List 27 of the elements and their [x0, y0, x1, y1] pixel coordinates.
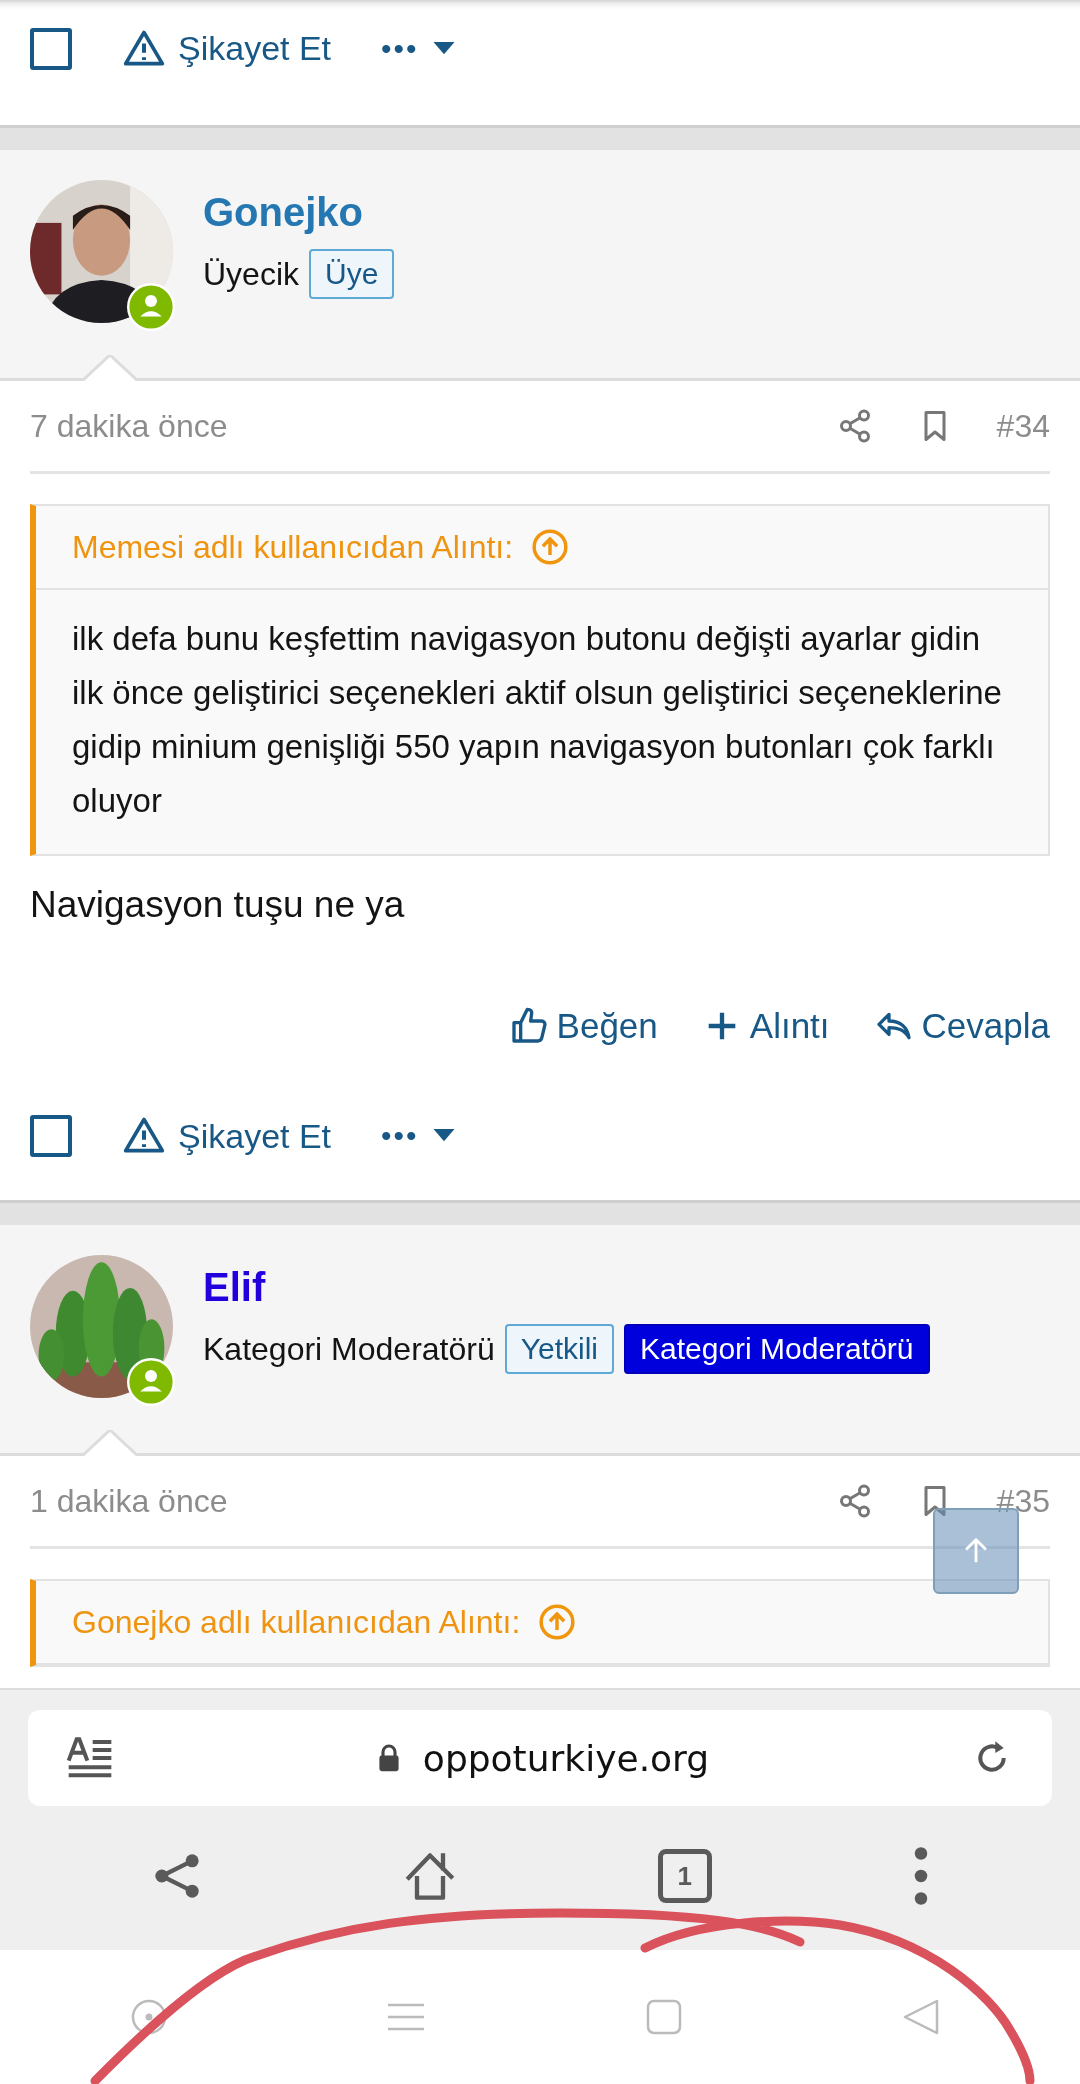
quote-text: ilk defa bunu keşfettim navigasyon butonu değişti ayarlar gidin ilk önce geliştirici seçenekleri aktif olsun geliştirici seçeneklerine gidip minium genişliği 550 yapın navigasyon butonları çok farklı oluyor: [71, 619, 1003, 821]
tab-count-button[interactable]: 1: [657, 1849, 712, 1903]
quote-button[interactable]: Alıntı: [701, 1006, 830, 1046]
assistant-icon[interactable]: [130, 1999, 167, 2035]
caret-icon[interactable]: [432, 41, 455, 56]
caret-icon[interactable]: [432, 1129, 455, 1143]
lock-icon: [376, 1743, 401, 1773]
user-banner: Kategori Moderatörü: [624, 1324, 930, 1374]
user-title: Kategori Moderatörü: [203, 1330, 495, 1368]
more-options-icon[interactable]: [913, 1846, 930, 1906]
reader-mode-icon[interactable]: [66, 1736, 114, 1780]
url-text: oppoturkiye.org: [422, 1737, 710, 1779]
author-name[interactable]: Elif: [203, 1265, 930, 1310]
report-link[interactable]: Şikayet Et: [122, 26, 332, 71]
reply-button[interactable]: Cevapla: [873, 1006, 1050, 1046]
checkbox[interactable]: [30, 27, 72, 70]
user-banner: Üye: [309, 249, 395, 299]
report-link[interactable]: Şikayet Et: [122, 1114, 332, 1158]
user-banner: Yetkili: [504, 1324, 614, 1374]
more-menu-button[interactable]: •••: [381, 31, 455, 66]
more-menu-button[interactable]: •••: [381, 1119, 455, 1153]
user-title: Üyecik: [203, 255, 299, 293]
address-bar[interactable]: oppoturkiye.org: [28, 1710, 1052, 1806]
author-name[interactable]: Gonejko: [203, 190, 395, 235]
checkbox[interactable]: [30, 1115, 72, 1157]
like-button[interactable]: Beğen: [508, 1006, 658, 1046]
post-text: Navigasyon tuşu ne ya: [30, 884, 406, 926]
